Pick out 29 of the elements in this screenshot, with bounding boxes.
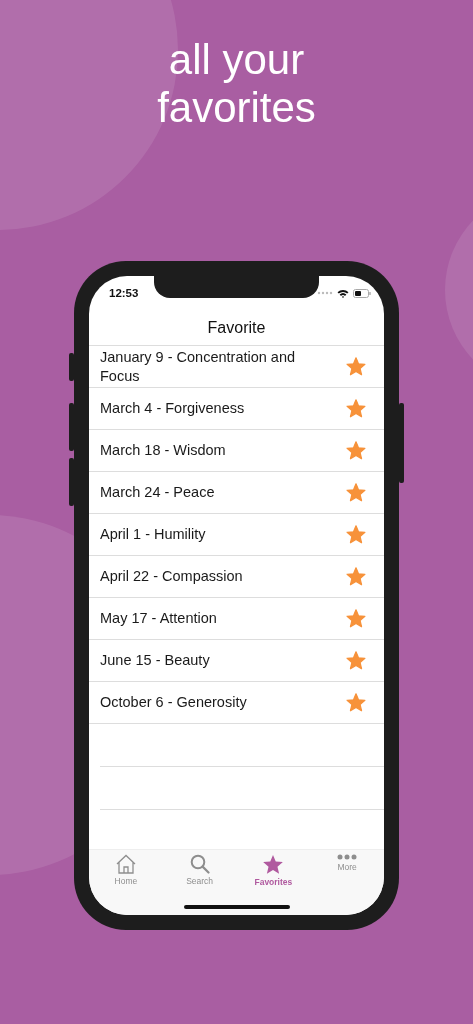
favorite-row[interactable]: March 18 - Wisdom: [89, 430, 384, 472]
status-time: 12:53: [109, 287, 139, 299]
signal-icon: [317, 291, 333, 295]
favorite-row[interactable]: April 1 - Humility: [89, 514, 384, 556]
star-icon[interactable]: [346, 483, 366, 502]
home-icon: [114, 854, 137, 874]
more-icon: [337, 854, 358, 860]
headline: all your favorites: [156, 36, 317, 132]
tab[interactable]: Favorites: [236, 850, 311, 890]
favorite-row[interactable]: March 4 - Forgiveness: [89, 388, 384, 430]
star-icon[interactable]: [346, 651, 366, 670]
wifi-icon: [337, 288, 349, 298]
star-icon[interactable]: [346, 399, 366, 418]
star-icon[interactable]: [346, 609, 366, 628]
favorite-row[interactable]: March 24 - Peace: [89, 472, 384, 514]
star-icon[interactable]: [346, 441, 366, 460]
favorite-row[interactable]: October 6 - Generosity: [89, 682, 384, 724]
star-icon[interactable]: [346, 693, 366, 712]
favorite-row[interactable]: April 22 - Compassion: [89, 556, 384, 598]
search-icon: [189, 854, 210, 874]
nav-title: Favorite: [207, 318, 266, 337]
star-icon[interactable]: [346, 567, 366, 586]
favorite-row[interactable]: January 9 - Concentration and Focus: [89, 346, 384, 388]
star-icon[interactable]: [346, 525, 366, 544]
star-icon[interactable]: [346, 357, 366, 376]
favorite-row[interactable]: June 15 - Beauty: [89, 640, 384, 682]
star-icon: [262, 854, 285, 875]
battery-icon: [353, 288, 371, 298]
favorite-row[interactable]: May 17 - Attention: [89, 598, 384, 640]
